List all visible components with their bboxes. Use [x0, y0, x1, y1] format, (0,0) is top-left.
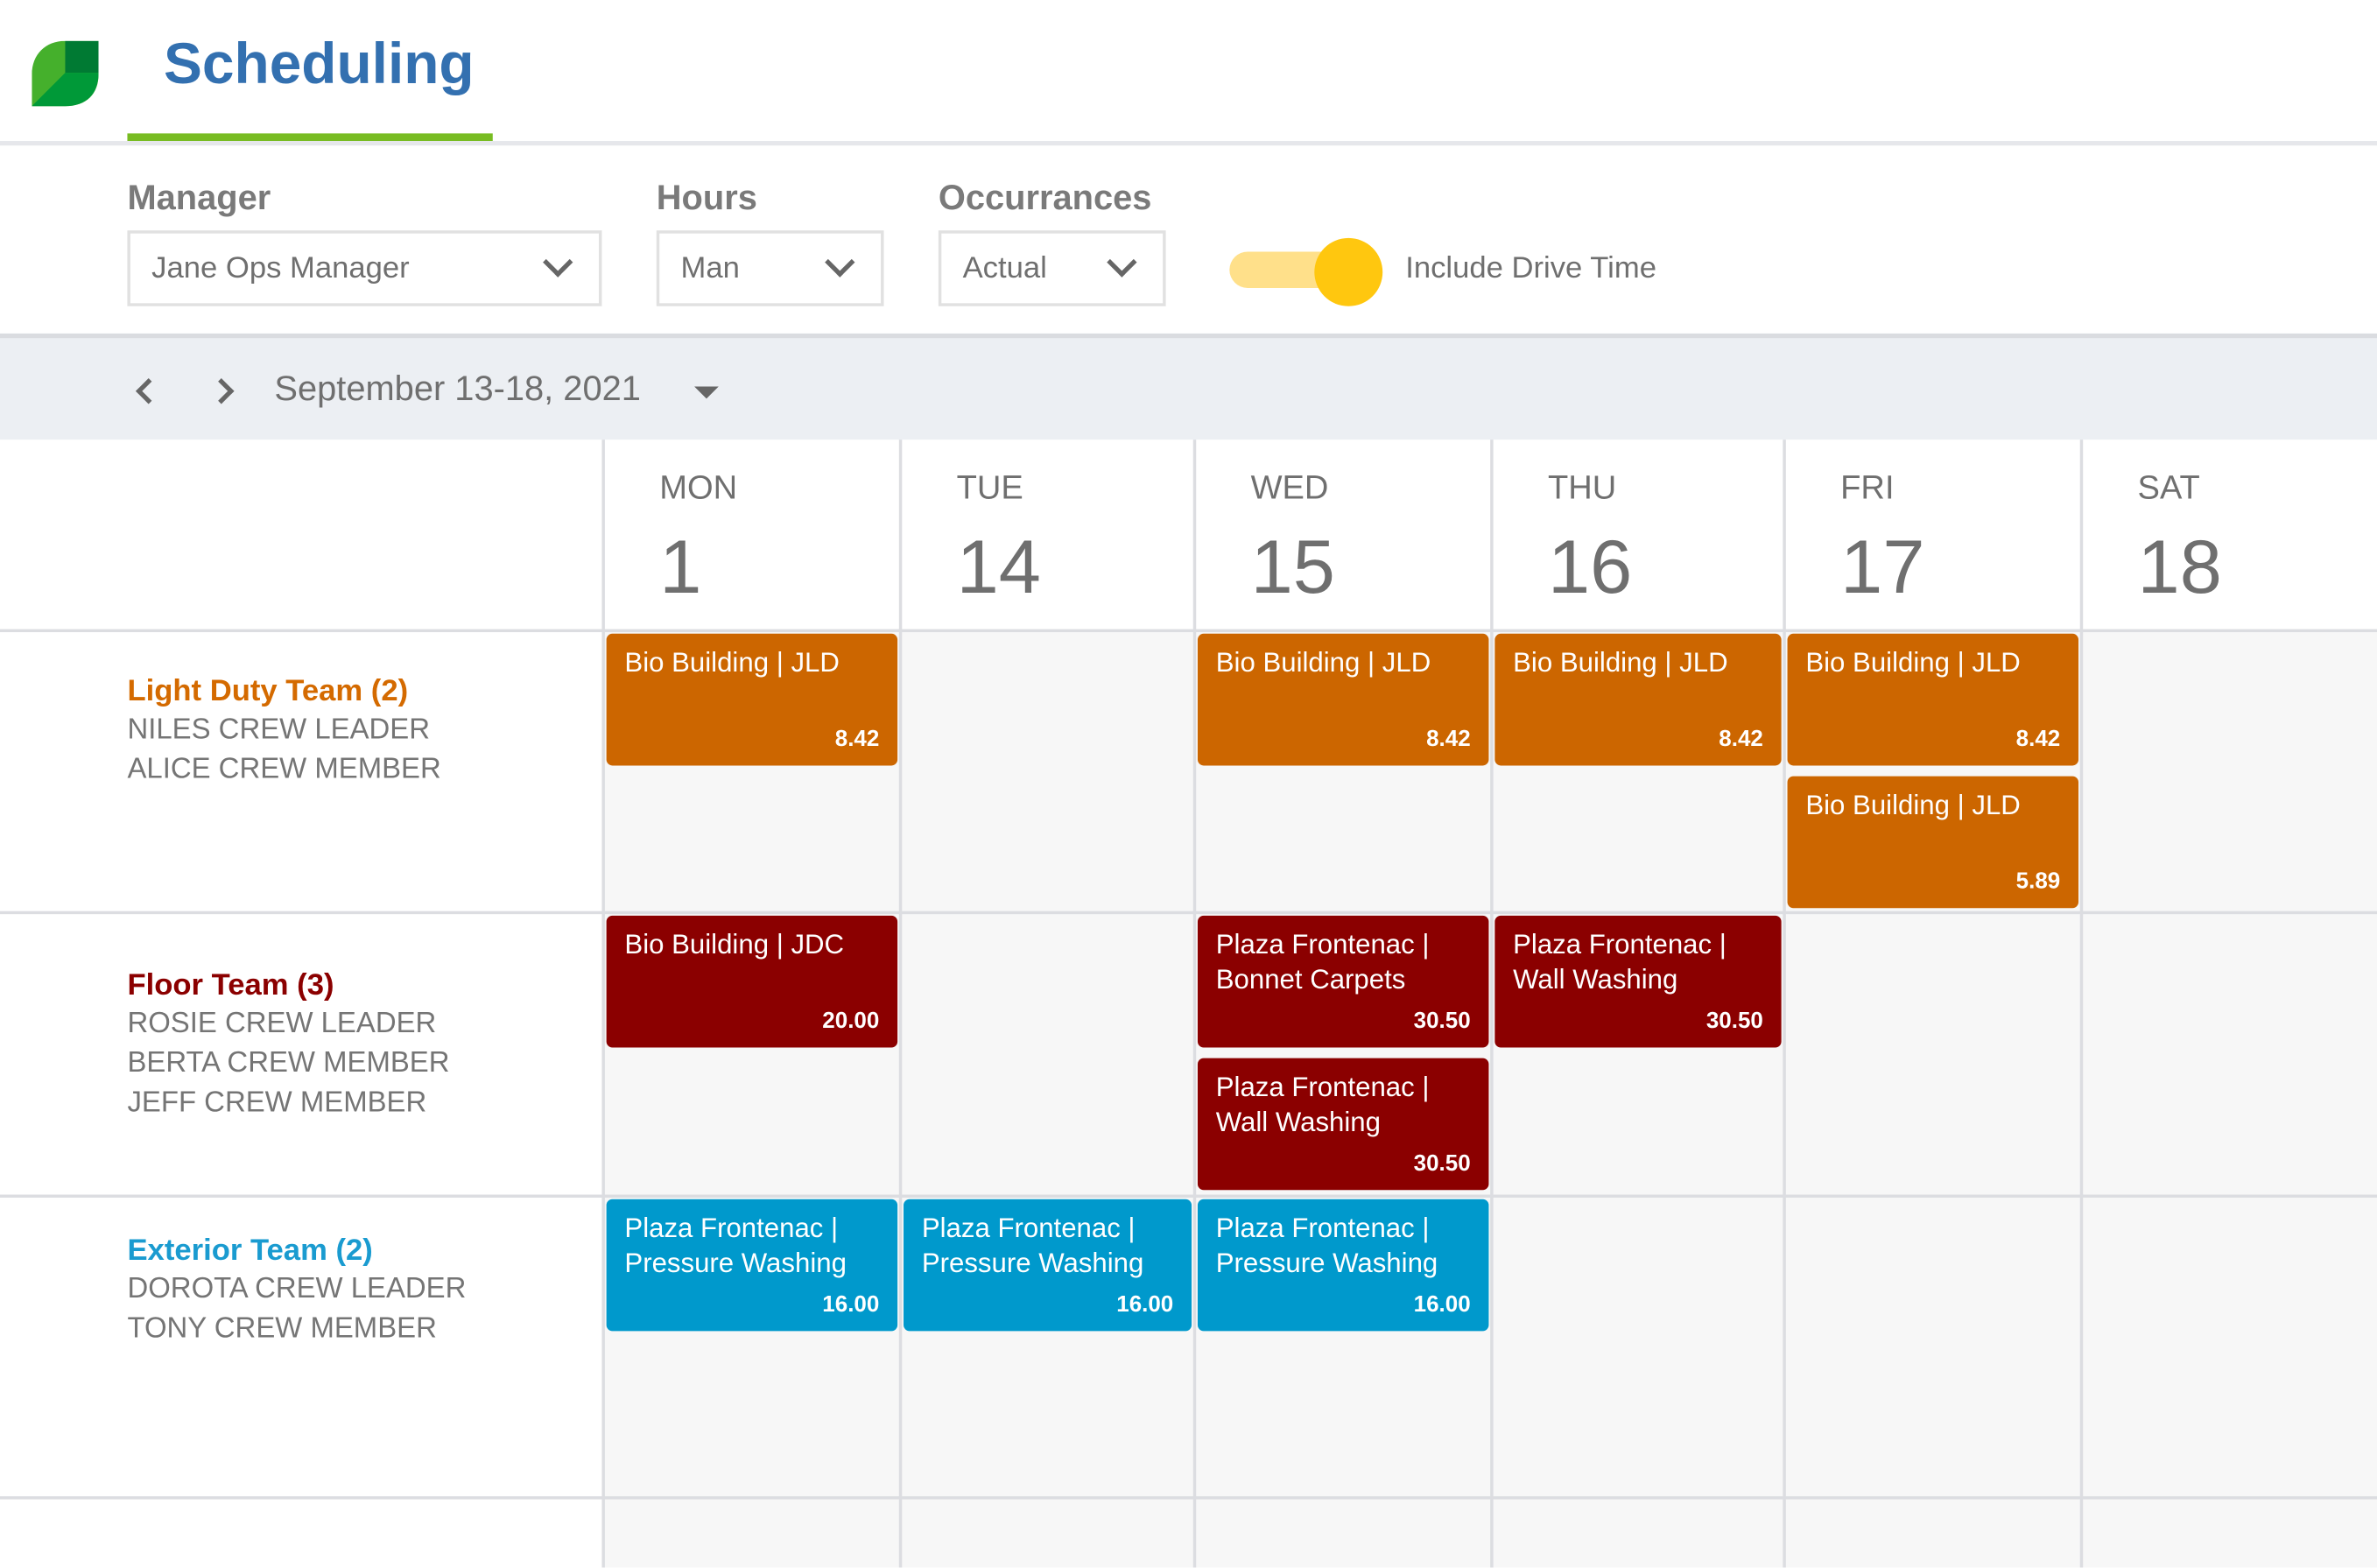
job-title: Plaza Frontenac | Bonnet Carpets — [1215, 929, 1430, 995]
job-title: Plaza Frontenac | Pressure Washing — [624, 1213, 847, 1278]
team-member: ALICE CREW MEMBER — [127, 753, 441, 785]
job-hours: 20.00 — [822, 1008, 880, 1034]
job-hours: 30.50 — [1705, 1008, 1763, 1034]
day-number: 14 — [956, 524, 1041, 610]
job-hours: 30.50 — [1413, 1150, 1471, 1177]
job-title: Bio Building | JDC — [624, 929, 845, 960]
team-member: BERTA CREW MEMBER — [127, 1047, 450, 1079]
day-header-mon — [603, 439, 900, 630]
job-title: Bio Building | JLD — [1513, 647, 1728, 679]
job-title: Plaza Frontenac | Wall Washing — [1513, 929, 1726, 995]
day-header-thu — [1492, 439, 1784, 630]
job-card[interactable]: Plaza Frontenac | Pressure Washing 16.00 — [606, 1199, 898, 1332]
job-title: Plaza Frontenac | Pressure Washing — [921, 1213, 1144, 1278]
row-divider — [0, 911, 2377, 915]
job-card[interactable]: Bio Building | JLD 5.89 — [1787, 776, 2079, 909]
team-name[interactable]: Floor Team (3) — [127, 966, 449, 1005]
team-member: NILES CREW LEADER — [127, 714, 430, 746]
job-hours: 8.42 — [834, 726, 880, 752]
day-number: 15 — [1250, 524, 1335, 610]
schedule-grid: MON 1 TUE 14 WED 15 THU 16 FRI 17 SAT 18 Light Duty … — [0, 0, 2377, 1568]
job-card[interactable]: Bio Building | JLD 8.42 — [1787, 633, 2079, 766]
job-card[interactable]: Bio Building | JLD 8.42 — [1494, 633, 1782, 766]
day-header-fri — [1784, 439, 2081, 630]
job-card[interactable]: Plaza Frontenac | Pressure Washing 16.00 — [1197, 1199, 1489, 1332]
job-title: Bio Building | JLD — [1805, 647, 2021, 679]
job-card[interactable]: Plaza Frontenac | Pressure Washing 16.00 — [904, 1199, 1192, 1332]
day-number: 18 — [2137, 524, 2222, 610]
job-card[interactable]: Bio Building | JLD 8.42 — [1197, 633, 1489, 766]
day-header-sat — [2081, 439, 2377, 630]
job-title: Bio Building | JLD — [624, 647, 840, 679]
day-header-tue — [901, 439, 1195, 630]
day-header-wed — [1195, 439, 1492, 630]
day-of-week: TUE — [956, 468, 1023, 507]
job-title: Plaza Frontenac | Pressure Washing — [1215, 1213, 1438, 1278]
team-member: DOROTA CREW LEADER — [127, 1273, 467, 1305]
day-number: 17 — [1840, 524, 1925, 610]
day-number: 1 — [659, 524, 702, 610]
day-number: 16 — [1547, 524, 1633, 610]
day-of-week: FRI — [1840, 468, 1895, 507]
day-of-week: WED — [1250, 468, 1329, 507]
day-of-week: SAT — [2137, 468, 2200, 507]
job-hours: 8.42 — [2015, 726, 2061, 752]
team-0: Light Duty Team (2) NILES CREW LEADER ALIC… — [127, 671, 440, 790]
job-hours: 8.42 — [1426, 726, 1471, 752]
team-1: Floor Team (3) ROSIE CREW LEADER BERTA CRE… — [127, 966, 449, 1123]
team-name[interactable]: Light Duty Team (2) — [127, 671, 440, 711]
job-hours: 5.89 — [2015, 868, 2061, 895]
team-member: JEFF CREW MEMBER — [127, 1086, 427, 1119]
team-member: ROSIE CREW LEADER — [127, 1008, 437, 1040]
job-card[interactable]: Plaza Frontenac | Wall Washing 30.50 — [1494, 915, 1782, 1048]
row-divider — [0, 1496, 2377, 1500]
row-divider — [0, 1194, 2377, 1198]
team-member: TONY CREW MEMBER — [127, 1312, 437, 1345]
job-card[interactable]: Plaza Frontenac | Wall Washing 30.50 — [1197, 1058, 1489, 1191]
job-card[interactable]: Bio Building | JDC 20.00 — [606, 915, 898, 1048]
day-of-week: THU — [1547, 468, 1617, 507]
job-title: Plaza Frontenac | Wall Washing — [1215, 1072, 1430, 1137]
job-card[interactable]: Bio Building | JLD 8.42 — [606, 633, 898, 766]
job-card[interactable]: Plaza Frontenac | Bonnet Carpets 30.50 — [1197, 915, 1489, 1048]
day-of-week: MON — [659, 468, 738, 507]
job-hours: 30.50 — [1413, 1008, 1471, 1034]
job-title: Bio Building | JLD — [1805, 790, 2021, 820]
team-2: Exterior Team (2) DOROTA CREW LEADER TONY … — [127, 1231, 466, 1349]
job-title: Bio Building | JLD — [1215, 647, 1431, 679]
team-name[interactable]: Exterior Team (2) — [127, 1231, 466, 1270]
job-hours: 16.00 — [822, 1291, 880, 1318]
job-hours: 16.00 — [1413, 1291, 1471, 1318]
scheduling-page: Scheduling Manager Jane Ops Manager Hour… — [0, 0, 2377, 1568]
job-hours: 8.42 — [1719, 726, 1763, 752]
job-hours: 16.00 — [1116, 1291, 1174, 1318]
